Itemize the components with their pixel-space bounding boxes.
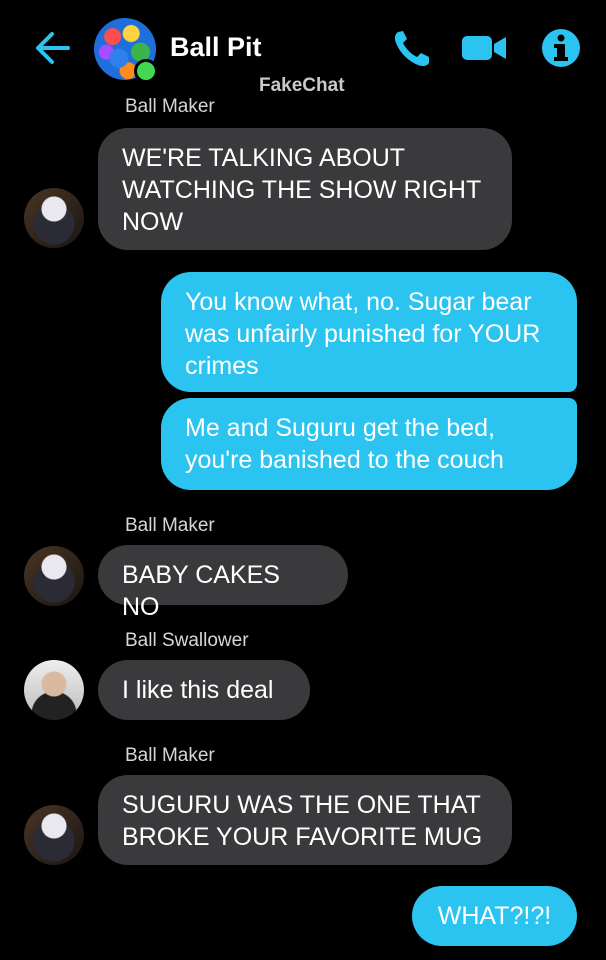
message-bubble-outgoing[interactable]: You know what, no. Sugar bear was unfair… bbox=[161, 272, 577, 392]
avatar-ball-maker[interactable] bbox=[24, 546, 84, 606]
sender-name: Ball Maker bbox=[125, 745, 215, 766]
back-arrow-icon[interactable] bbox=[32, 28, 72, 68]
avatar-ball-maker[interactable] bbox=[24, 805, 84, 865]
message-bubble-incoming[interactable]: I like this deal bbox=[98, 660, 310, 720]
avatar-ball-maker[interactable] bbox=[24, 188, 84, 248]
avatar-ball-swallower[interactable] bbox=[24, 660, 84, 720]
sender-name: Ball Maker bbox=[125, 96, 215, 117]
video-camera-icon[interactable] bbox=[460, 28, 508, 68]
info-icon[interactable] bbox=[541, 28, 581, 68]
message-bubble-incoming[interactable]: SUGURU WAS THE ONE THAT BROKE YOUR FAVOR… bbox=[98, 775, 512, 865]
chat-title[interactable]: Ball Pit bbox=[170, 32, 262, 63]
message-bubble-incoming[interactable]: BABY CAKES NO bbox=[98, 545, 348, 621]
sender-name: Ball Maker bbox=[125, 515, 215, 536]
sender-name: Ball Swallower bbox=[125, 630, 249, 651]
watermark-text: FakeChat bbox=[259, 75, 345, 96]
phone-icon[interactable] bbox=[390, 28, 434, 68]
message-bubble-outgoing[interactable]: WHAT?!?! bbox=[412, 886, 577, 946]
message-bubble-incoming[interactable]: WE'RE TALKING ABOUT WATCHING THE SHOW RI… bbox=[98, 128, 512, 250]
message-bubble-outgoing[interactable]: Me and Suguru get the bed, you're banish… bbox=[161, 398, 577, 490]
